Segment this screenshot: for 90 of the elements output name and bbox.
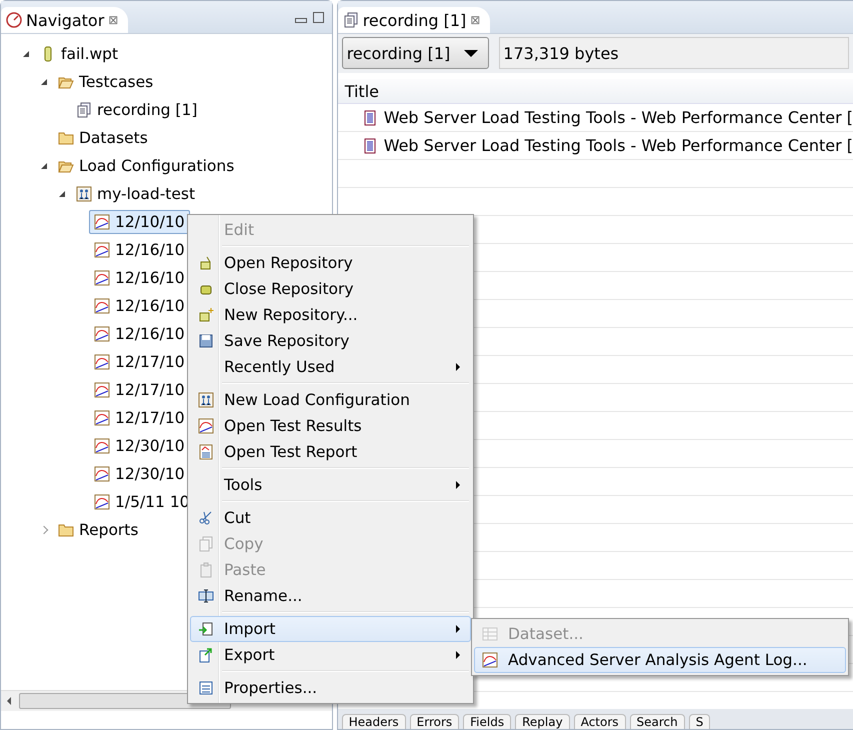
view-tab[interactable]: Search — [630, 714, 685, 729]
tree-item[interactable]: my-load-test — [71, 182, 200, 206]
export-icon — [198, 647, 214, 663]
folder-icon — [58, 130, 74, 146]
size-field: 173,319 bytes — [499, 37, 849, 69]
report-icon — [198, 444, 214, 460]
menu-item[interactable]: Rename... — [190, 583, 471, 609]
submenu-arrow-icon — [456, 481, 460, 489]
minimize-icon[interactable] — [294, 18, 307, 23]
gauge-icon — [6, 12, 22, 28]
new-box-icon — [198, 307, 214, 323]
editor-tab[interactable]: recording [1] ⊠ — [338, 7, 490, 33]
view-tab[interactable]: Actors — [574, 714, 626, 729]
pages-icon — [342, 12, 359, 28]
tree-item[interactable]: 12/17/10 — [89, 350, 190, 374]
expanded-arrow-icon[interactable] — [41, 163, 47, 169]
tree-item[interactable]: 12/30/10 — [89, 462, 190, 486]
tree-item[interactable]: Datasets — [53, 126, 153, 150]
tree-item[interactable]: 12/16/10 — [89, 238, 190, 262]
menu-item[interactable]: New Repository... — [190, 302, 471, 328]
menu-item[interactable]: Tools — [190, 472, 471, 498]
view-tab[interactable]: S — [688, 714, 710, 729]
scissors-icon — [198, 510, 214, 526]
properties-icon — [198, 680, 214, 696]
menu-item[interactable]: Close Repository — [190, 276, 471, 302]
chart-icon — [482, 652, 498, 668]
menu-item[interactable]: Recently Used — [190, 354, 471, 380]
menu-item[interactable]: New Load Configuration — [190, 387, 471, 413]
chart-icon — [94, 214, 110, 230]
chart-icon — [94, 410, 110, 426]
tree-item[interactable]: 12/30/10 — [89, 434, 190, 458]
tree-item[interactable]: Testcases — [53, 70, 158, 94]
menu-item[interactable]: Open Test Results — [190, 413, 471, 439]
tree-item[interactable]: 12/17/10 — [89, 406, 190, 430]
tree-item[interactable]: fail.wpt — [35, 42, 124, 66]
close-icon[interactable]: ⊠ — [470, 13, 480, 27]
table-cell[interactable]: Web Server Load Testing Tools - Web Performance Center [ — [384, 108, 853, 127]
tree-item[interactable]: recording [1] — [71, 98, 202, 122]
clipboard-icon — [198, 562, 214, 578]
close-icon[interactable]: ⊠ — [108, 13, 118, 27]
tree-item[interactable]: 12/16/10 — [89, 294, 190, 318]
view-tab[interactable]: Fields — [463, 714, 512, 729]
expanded-arrow-icon[interactable] — [23, 51, 29, 57]
navigator-tab[interactable]: Navigator ⊠ — [1, 7, 128, 33]
import-icon — [198, 621, 214, 637]
chart-icon — [198, 418, 214, 434]
recording-dropdown[interactable]: recording [1] — [342, 37, 490, 69]
tree-item[interactable]: 12/10/10 — [89, 210, 190, 234]
menu-item[interactable]: Open Repository — [190, 250, 471, 276]
expanded-arrow-icon[interactable] — [59, 191, 65, 197]
column-header[interactable]: Title — [338, 82, 379, 100]
menu-item[interactable]: Save Repository — [190, 328, 471, 354]
grid-icon — [482, 626, 498, 642]
chart-icon — [94, 382, 110, 398]
people-icon — [198, 392, 214, 408]
menu-item[interactable]: Advanced Server Analysis Agent Log... — [474, 647, 846, 673]
menu-item[interactable]: Cut — [190, 505, 471, 531]
submenu-arrow-icon — [456, 651, 460, 659]
chart-icon — [94, 326, 110, 342]
menu-item[interactable]: Export — [190, 642, 471, 668]
tree-item[interactable]: 12/16/10 — [89, 322, 190, 346]
pages-icon — [76, 102, 92, 118]
table-cell[interactable]: Web Server Load Testing Tools - Web Performance Center [ — [384, 136, 853, 155]
submenu-arrow-icon — [456, 363, 460, 371]
chart-icon — [94, 298, 110, 314]
tree-item[interactable]: Reports — [53, 518, 144, 542]
chart-icon — [94, 354, 110, 370]
submenu-arrow-icon — [456, 625, 460, 633]
tree-item[interactable]: 12/17/10 — [89, 378, 190, 402]
chart-icon — [94, 242, 110, 258]
rename-icon — [198, 588, 214, 604]
chart-icon — [94, 270, 110, 286]
menu-item[interactable]: Import — [190, 616, 471, 642]
document-icon — [362, 110, 378, 126]
chart-icon — [94, 494, 110, 510]
expanded-arrow-icon[interactable] — [41, 79, 47, 85]
menu-item[interactable]: Open Test Report — [190, 439, 471, 465]
chart-icon — [94, 438, 110, 454]
folder-icon — [58, 522, 74, 538]
maximize-icon[interactable] — [312, 12, 324, 23]
tree-item[interactable]: 12/16/10 — [89, 266, 190, 290]
document-icon — [362, 138, 378, 154]
view-tab[interactable]: Replay — [515, 714, 570, 729]
copy-icon — [198, 536, 214, 552]
menu-item[interactable]: Properties... — [190, 675, 471, 701]
view-tab[interactable]: Errors — [410, 714, 460, 729]
people-icon — [76, 186, 92, 202]
tree-item[interactable]: Load Configurations — [53, 154, 240, 178]
chart-icon — [94, 466, 110, 482]
view-tab[interactable]: Headers — [342, 714, 406, 729]
